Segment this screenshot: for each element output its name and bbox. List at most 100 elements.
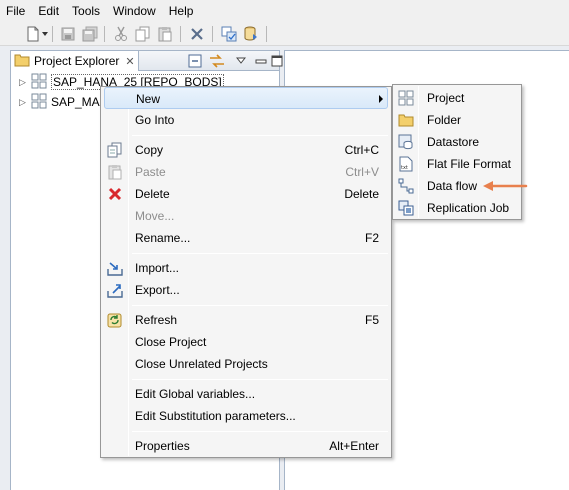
menu-item-rename[interactable]: Rename... F2 bbox=[104, 227, 388, 249]
submenu-item-label: Data flow bbox=[427, 179, 478, 193]
save-icon[interactable] bbox=[59, 25, 77, 43]
import-icon bbox=[107, 260, 123, 276]
context-menu: New Go Into Copy Ctrl+C Paste Ctrl+V Del… bbox=[100, 86, 392, 458]
menu-item-label: Close Project bbox=[135, 335, 207, 349]
submenu-item-label: Flat File Format bbox=[427, 157, 512, 171]
menu-separator bbox=[132, 379, 388, 380]
new-dropdown-icon[interactable] bbox=[42, 32, 48, 36]
delete-icon[interactable] bbox=[188, 25, 206, 43]
tree-item-project[interactable]: ▷ SAP_MA bbox=[19, 93, 100, 112]
menu-item-paste[interactable]: Paste Ctrl+V bbox=[104, 161, 388, 183]
menu-item-label: Refresh bbox=[135, 313, 178, 327]
menu-item-label: Go Into bbox=[135, 113, 175, 127]
project-explorer-tab[interactable]: Project Explorer ✕ bbox=[11, 51, 139, 71]
menu-item-label: Export... bbox=[135, 283, 180, 297]
menu-item-shortcut: F5 bbox=[364, 313, 379, 327]
menu-item-edit-substitution-parameters[interactable]: Edit Substitution parameters... bbox=[104, 405, 388, 427]
submenu-item-flat-file-format[interactable]: txt Flat File Format bbox=[395, 153, 519, 175]
close-icon[interactable]: ✕ bbox=[125, 55, 134, 68]
folder-icon bbox=[398, 112, 414, 128]
menu-item-label: Close Unrelated Projects bbox=[135, 357, 268, 371]
project-icon bbox=[31, 73, 47, 92]
menu-item-label: Rename... bbox=[135, 231, 191, 245]
toolbar-separator bbox=[266, 26, 267, 42]
toolbar-separator bbox=[104, 26, 105, 42]
menu-help[interactable]: Help bbox=[163, 0, 201, 22]
menu-item-refresh[interactable]: Refresh F5 bbox=[104, 309, 388, 331]
minimize-icon[interactable] bbox=[253, 53, 269, 69]
data-flow-icon bbox=[398, 178, 414, 194]
submenu-arrow-icon bbox=[379, 95, 383, 103]
link-editor-icon[interactable] bbox=[209, 53, 225, 69]
menu-window[interactable]: Window bbox=[107, 0, 163, 22]
menu-tools[interactable]: Tools bbox=[66, 0, 107, 22]
project-icon bbox=[31, 93, 47, 112]
menu-item-properties[interactable]: Properties Alt+Enter bbox=[104, 435, 388, 457]
menu-item-label: Properties bbox=[135, 439, 190, 453]
expand-icon[interactable]: ▷ bbox=[19, 97, 31, 108]
menu-item-shortcut: F2 bbox=[364, 231, 379, 245]
annotation-arrow-icon bbox=[483, 181, 528, 191]
menu-edit[interactable]: Edit bbox=[32, 0, 66, 22]
submenu-item-folder[interactable]: Folder bbox=[395, 109, 519, 131]
new-submenu: Project Folder Datastore txt Flat File F… bbox=[392, 84, 522, 220]
menu-item-label: Edit Substitution parameters... bbox=[135, 409, 296, 423]
menu-file[interactable]: File bbox=[0, 0, 32, 22]
project-icon bbox=[398, 90, 414, 106]
view-menu-icon[interactable] bbox=[233, 53, 249, 69]
menu-separator bbox=[132, 431, 388, 432]
paste-icon[interactable] bbox=[156, 25, 174, 43]
menu-item-label: Paste bbox=[135, 165, 166, 179]
menu-item-delete[interactable]: Delete Delete bbox=[104, 183, 388, 205]
menu-item-label: Delete bbox=[135, 187, 170, 201]
expand-icon[interactable]: ▷ bbox=[19, 77, 31, 88]
menu-item-label: Edit Global variables... bbox=[135, 387, 256, 401]
collapse-all-icon[interactable] bbox=[187, 53, 203, 69]
menu-item-export[interactable]: Export... bbox=[104, 279, 388, 301]
menu-item-label: Copy bbox=[135, 143, 164, 157]
submenu-item-project[interactable]: Project bbox=[395, 87, 519, 109]
copy-icon[interactable] bbox=[134, 25, 152, 43]
menu-item-close-project[interactable]: Close Project bbox=[104, 331, 388, 353]
svg-text:txt: txt bbox=[401, 165, 408, 171]
menu-item-import[interactable]: Import... bbox=[104, 257, 388, 279]
toolbar-separator bbox=[52, 26, 53, 42]
menu-item-move[interactable]: Move... bbox=[104, 205, 388, 227]
database-icon[interactable] bbox=[242, 25, 260, 43]
view-header bbox=[139, 51, 283, 71]
tree-item-label: SAP_MA bbox=[51, 95, 100, 109]
replication-job-icon bbox=[398, 200, 414, 216]
menu-item-shortcut: Ctrl+C bbox=[344, 143, 379, 157]
text-file-icon: txt bbox=[398, 156, 414, 172]
export-icon bbox=[107, 282, 123, 298]
save-all-icon[interactable] bbox=[81, 25, 99, 43]
datastore-icon bbox=[398, 134, 414, 150]
submenu-item-datastore[interactable]: Datastore bbox=[395, 131, 519, 153]
menu-item-label: Move... bbox=[135, 209, 175, 223]
submenu-item-label: Datastore bbox=[427, 135, 480, 149]
folder-icon bbox=[14, 53, 30, 70]
menu-item-go-into[interactable]: Go Into bbox=[104, 109, 388, 131]
toolbar-separator bbox=[212, 26, 213, 42]
menu-separator bbox=[132, 253, 388, 254]
copy-icon bbox=[107, 142, 123, 158]
menu-item-edit-global-variables[interactable]: Edit Global variables... bbox=[104, 383, 388, 405]
submenu-item-label: Project bbox=[427, 91, 465, 105]
project-explorer-tab-label: Project Explorer bbox=[34, 54, 120, 68]
maximize-icon[interactable] bbox=[269, 53, 285, 69]
menu-item-shortcut: Alt+Enter bbox=[329, 439, 379, 453]
menu-item-close-unrelated-projects[interactable]: Close Unrelated Projects bbox=[104, 353, 388, 375]
new-icon[interactable] bbox=[24, 25, 42, 43]
menu-item-copy[interactable]: Copy Ctrl+C bbox=[104, 139, 388, 161]
cut-icon[interactable] bbox=[112, 25, 130, 43]
menu-separator bbox=[132, 305, 388, 306]
menu-bar: File Edit Tools Window Help bbox=[0, 0, 569, 22]
submenu-item-replication-job[interactable]: Replication Job bbox=[395, 197, 519, 219]
menu-item-shortcut: Ctrl+V bbox=[345, 165, 379, 179]
validate-icon[interactable] bbox=[220, 25, 238, 43]
menu-separator bbox=[132, 135, 388, 136]
toolbar-separator bbox=[180, 26, 181, 42]
toolbar bbox=[0, 22, 569, 46]
menu-item-new[interactable]: New bbox=[104, 87, 388, 109]
menu-item-label: Import... bbox=[135, 261, 180, 275]
